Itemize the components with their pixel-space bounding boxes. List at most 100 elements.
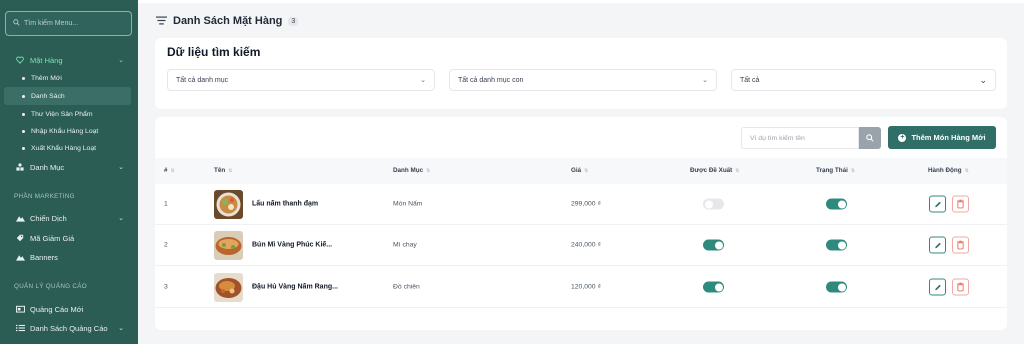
column-header-status[interactable]: Trạng Thái ⇅ xyxy=(816,167,855,174)
product-thumbnail xyxy=(214,273,243,302)
sidebar-item-label: Danh Mục xyxy=(30,162,65,172)
product-price: 240,000 ₫ xyxy=(571,241,601,249)
product-table-card: Ví dụ tìm kiếm tên + Thêm Món Hàng Mới #… xyxy=(155,117,1007,330)
menu-search-input[interactable]: Tìm kiếm Menu... xyxy=(5,11,132,36)
delete-button[interactable] xyxy=(952,278,969,296)
product-search-placeholder: Ví dụ tìm kiếm tên xyxy=(750,134,805,142)
row-index: 2 xyxy=(164,241,168,249)
ad-screen-icon xyxy=(14,305,26,313)
sort-icon: ⇅ xyxy=(170,167,175,174)
sidebar-subitem-export[interactable]: Xuất Khẩu Hàng Loạt xyxy=(4,139,131,157)
chevron-down-icon: ⌄ xyxy=(118,57,124,64)
product-category: Món Nấm xyxy=(393,200,423,208)
sidebar-subitem-label: Thư Viện Sản Phẩm xyxy=(31,110,93,118)
sidebar-item-label: Quảng Cáo Mới xyxy=(30,304,84,314)
sort-icon: ⇅ xyxy=(228,167,233,174)
product-category: Mì chay xyxy=(393,241,417,249)
status-toggle[interactable] xyxy=(826,281,847,293)
column-header-index[interactable]: # ⇅ xyxy=(164,167,175,174)
row-index: 3 xyxy=(164,283,168,291)
featured-toggle[interactable] xyxy=(703,198,724,210)
featured-toggle[interactable] xyxy=(703,281,724,293)
tag-icon xyxy=(14,234,26,242)
product-name[interactable]: Đậu Hủ Vàng Nấm Rang... xyxy=(252,284,338,291)
sidebar-subitem-library[interactable]: Thư Viện Sản Phẩm xyxy=(4,105,131,123)
delete-button[interactable] xyxy=(952,195,969,213)
pencil-icon xyxy=(934,278,942,296)
table-row: 2 Bún Mì Vàng Phúc Kiế... Mì chay 240,00… xyxy=(155,225,1007,266)
category-select[interactable]: Tất cả danh mục ⌄ xyxy=(167,69,435,91)
sidebar-subitem-list[interactable]: Danh Sách xyxy=(4,87,131,105)
page-title: Danh Sách Mặt Hàng xyxy=(173,15,283,27)
chevron-down-icon: ⌄ xyxy=(420,77,426,84)
trash-icon xyxy=(957,278,964,296)
bullet-icon xyxy=(22,76,25,80)
product-name[interactable]: Lẩu nấm thanh đạm xyxy=(252,201,318,208)
sidebar-item-label: Chiến Dịch xyxy=(30,213,67,223)
sidebar-item-products[interactable]: Mặt Hàng ⌄ xyxy=(0,53,138,67)
sidebar-item-label: Mã Giảm Giá xyxy=(30,233,75,243)
sidebar-item-label: Danh Sách Quảng Cáo xyxy=(30,323,108,333)
column-header-name[interactable]: Tên ⇅ xyxy=(214,167,232,174)
product-thumbnail xyxy=(214,190,243,219)
sort-icon: ⇅ xyxy=(964,167,969,174)
search-icon xyxy=(13,19,20,28)
edit-button[interactable] xyxy=(929,236,946,254)
pencil-icon xyxy=(934,236,942,254)
sidebar-subitem-label: Danh Sách xyxy=(31,92,65,100)
sidebar-item-ad-list[interactable]: Danh Sách Quảng Cáo ⌄ xyxy=(0,321,138,335)
sort-icon: ⇅ xyxy=(850,167,856,174)
featured-toggle[interactable] xyxy=(703,239,724,251)
bullet-icon xyxy=(22,129,25,133)
sidebar-item-label: Mặt Hàng xyxy=(30,55,63,65)
product-name[interactable]: Bún Mì Vàng Phúc Kiế... xyxy=(252,242,332,249)
trash-icon xyxy=(957,195,964,213)
table-row: 3 Đậu Hủ Vàng Nấm Rang... Đồ chiên 120,0… xyxy=(155,267,1007,308)
category-select-value: Tất cả danh mục xyxy=(176,76,229,84)
add-product-button[interactable]: + Thêm Món Hàng Mới xyxy=(888,126,996,149)
subcategory-select[interactable]: Tất cả danh mục con ⌄ xyxy=(449,69,717,91)
pencil-icon xyxy=(934,195,942,213)
page-header: Danh Sách Mặt Hàng 3 xyxy=(156,12,299,30)
sidebar-item-coupon[interactable]: Mã Giảm Giá xyxy=(0,231,138,245)
top-bar xyxy=(138,0,1024,3)
column-header-featured[interactable]: Được Đề Xuất ⇅ xyxy=(690,167,739,174)
sort-icon: ⇅ xyxy=(735,167,740,174)
mountain-icon xyxy=(14,253,26,261)
heart-icon xyxy=(14,56,26,64)
product-category: Đồ chiên xyxy=(393,283,420,291)
sidebar-section-ads: QUẢN LÝ QUẢNG CÁO xyxy=(14,283,87,290)
item-count-badge: 3 xyxy=(288,16,299,26)
status-toggle[interactable] xyxy=(826,239,847,251)
filter-lines-icon[interactable] xyxy=(156,12,167,30)
sidebar-item-category[interactable]: Danh Mục ⌄ xyxy=(0,160,138,174)
bullet-icon xyxy=(22,146,25,150)
product-thumbnail xyxy=(214,231,243,260)
edit-button[interactable] xyxy=(929,278,946,296)
table-header: # ⇅ Tên ⇅ Danh Mục ⇅ Giá ⇅ Được Đề Xuất ⇅ Trạ… xyxy=(155,158,1007,184)
trash-icon xyxy=(957,236,964,254)
sidebar-item-banners[interactable]: Banners xyxy=(0,250,138,264)
list-icon xyxy=(14,324,26,332)
search-button[interactable] xyxy=(859,127,881,149)
sort-icon: ⇅ xyxy=(426,167,431,174)
chevron-down-icon: ⌄ xyxy=(118,215,124,222)
sidebar-subitem-add-new[interactable]: Thêm Mới xyxy=(4,69,131,87)
status-select-value: Tất cả xyxy=(740,76,760,84)
status-toggle[interactable] xyxy=(826,198,847,210)
status-select[interactable]: Tất cả ⌄ xyxy=(731,69,996,91)
chevron-down-icon: ⌄ xyxy=(118,164,124,171)
sidebar-item-new-ad[interactable]: Quảng Cáo Mới xyxy=(0,302,138,316)
category-icon xyxy=(14,163,26,171)
column-header-price[interactable]: Giá ⇅ xyxy=(571,167,588,174)
sidebar-subitem-label: Xuất Khẩu Hàng Loạt xyxy=(31,144,96,152)
delete-button[interactable] xyxy=(952,236,969,254)
product-search-input[interactable]: Ví dụ tìm kiếm tên xyxy=(741,127,859,149)
chevron-down-icon: ⌄ xyxy=(979,74,987,85)
subcategory-select-value: Tất cả danh mục con xyxy=(458,76,524,84)
sidebar-item-campaign[interactable]: Chiến Dịch ⌄ xyxy=(0,211,138,225)
edit-button[interactable] xyxy=(929,195,946,213)
sidebar-subitem-import[interactable]: Nhập Khẩu Hàng Loạt xyxy=(4,122,131,140)
column-header-category[interactable]: Danh Mục ⇅ xyxy=(393,167,430,174)
column-header-actions[interactable]: Hành Động ⇅ xyxy=(928,167,969,174)
